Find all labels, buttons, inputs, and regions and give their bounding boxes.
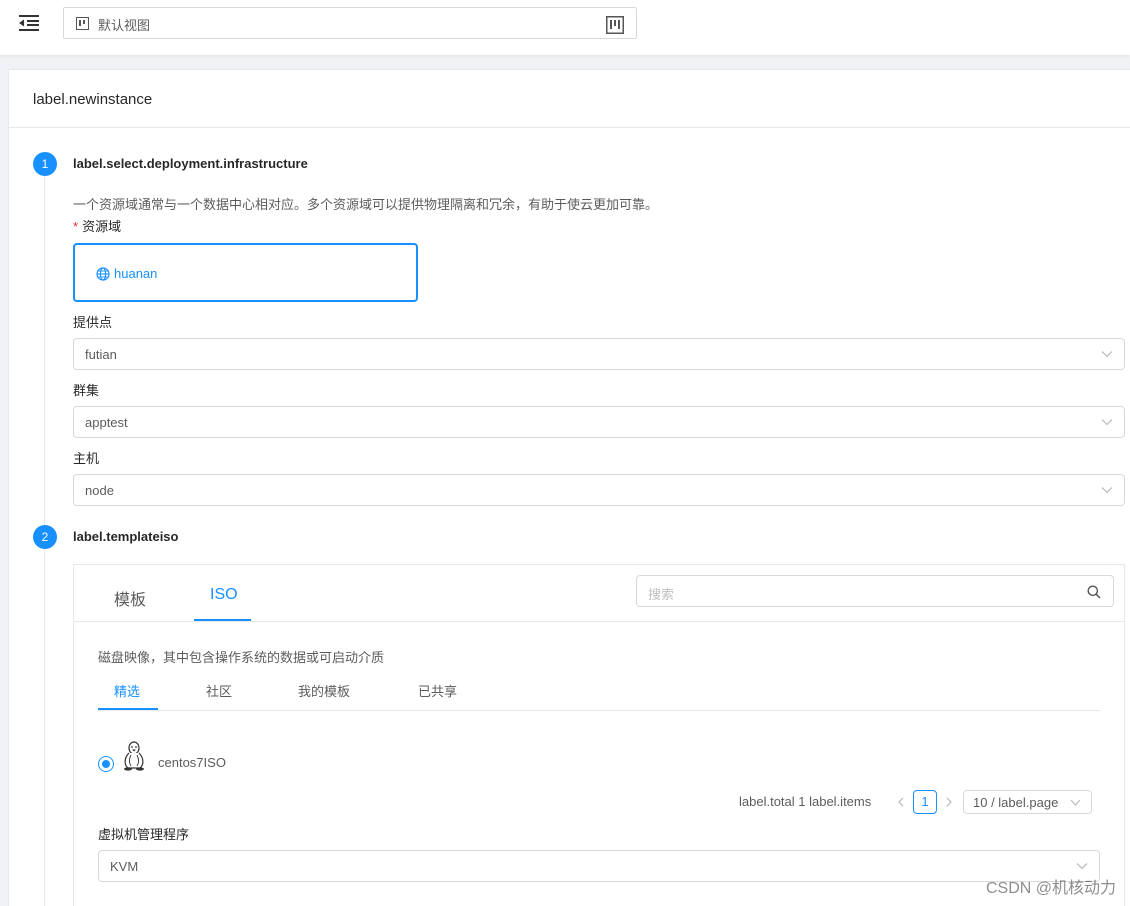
view-selector[interactable]: 默认视图 [63, 7, 637, 39]
subtab-my-templates[interactable]: 我的模板 [298, 681, 350, 700]
hypervisor-select[interactable]: KVM [98, 850, 1100, 882]
search-placeholder: 搜索 [648, 587, 675, 602]
tab-iso[interactable]: ISO [210, 586, 238, 604]
step-1-title: label.select.deployment.infrastructure [73, 156, 308, 171]
view-selector-label: 默认视图 [98, 18, 151, 33]
linux-tux-icon [124, 741, 144, 771]
search-input[interactable]: 搜索 [636, 575, 1114, 607]
iso-radio[interactable] [98, 756, 114, 772]
cluster-field-label: 群集 [73, 383, 100, 398]
chevron-down-icon [1101, 487, 1113, 494]
tab-template[interactable]: 模板 [114, 586, 146, 610]
top-header-bar: 默认视图 [0, 0, 1130, 55]
pagination-total: label.total 1 label.items [739, 794, 872, 809]
subtab-shared[interactable]: 已共享 [418, 681, 457, 700]
view-icon [76, 17, 89, 30]
step-2-indicator: 2 [33, 525, 57, 549]
hypervisor-select-value: KVM [110, 859, 139, 874]
iso-description: 磁盘映像，其中包含操作系统的数据或可启动介质 [98, 650, 385, 665]
chevron-down-icon [1101, 419, 1113, 426]
pod-field-label: 提供点 [73, 315, 113, 330]
zone-field-label: * 资源域 [73, 219, 122, 234]
chevron-left-icon[interactable] [896, 797, 906, 807]
chevron-right-icon[interactable] [944, 797, 954, 807]
cluster-select-value: apptest [85, 415, 128, 430]
page-size-value: 10 / label.page [973, 795, 1059, 810]
subtabs-divider [98, 710, 1100, 711]
pagination-page-1[interactable]: 1 [913, 790, 937, 814]
cluster-select[interactable]: apptest [73, 406, 1125, 438]
host-field-label: 主机 [73, 451, 100, 466]
subtab-community[interactable]: 社区 [206, 681, 232, 700]
zone-name: huanan [114, 266, 158, 281]
step-2-title: label.templateiso [73, 529, 179, 544]
search-icon[interactable] [1087, 585, 1101, 599]
pod-select[interactable]: futian [73, 338, 1125, 370]
template-iso-tabs: 模板 ISO 搜索 [74, 565, 1124, 622]
chevron-down-icon [1076, 863, 1088, 870]
new-instance-card: label.newinstance 1 label.select.deploym… [8, 69, 1130, 906]
hypervisor-field-label: 虚拟机管理程序 [98, 827, 190, 842]
globe-icon [96, 267, 110, 281]
zone-option-card[interactable]: huanan [73, 243, 418, 302]
tab-active-indicator [194, 619, 251, 621]
subtab-active-indicator [98, 708, 158, 710]
template-iso-panel: 模板 ISO 搜索 磁盘映像，其中包含操作系统的数据或可启动介质 精选 社区 我… [73, 564, 1125, 906]
host-select-value: node [85, 483, 114, 498]
host-select[interactable]: node [73, 474, 1125, 506]
watermark: CSDN @机核动力 [985, 880, 1116, 897]
card-header: label.newinstance [9, 70, 1130, 128]
chevron-down-icon [1101, 351, 1113, 358]
page-title: label.newinstance [33, 91, 153, 108]
zone-description: 一个资源域通常与一个数据中心相对应。多个资源域可以提供物理隔离和冗余，有助于使云… [73, 197, 659, 212]
subtab-featured[interactable]: 精选 [114, 681, 140, 700]
chevron-down-icon [1070, 799, 1081, 806]
required-marker: * [73, 219, 79, 234]
board-icon[interactable] [606, 16, 624, 34]
menu-fold-icon[interactable] [19, 14, 39, 32]
step-1-indicator: 1 [33, 152, 57, 176]
iso-name: centos7ISO [158, 755, 226, 770]
pod-select-value: futian [85, 347, 117, 362]
page-size-select[interactable]: 10 / label.page [963, 790, 1092, 814]
